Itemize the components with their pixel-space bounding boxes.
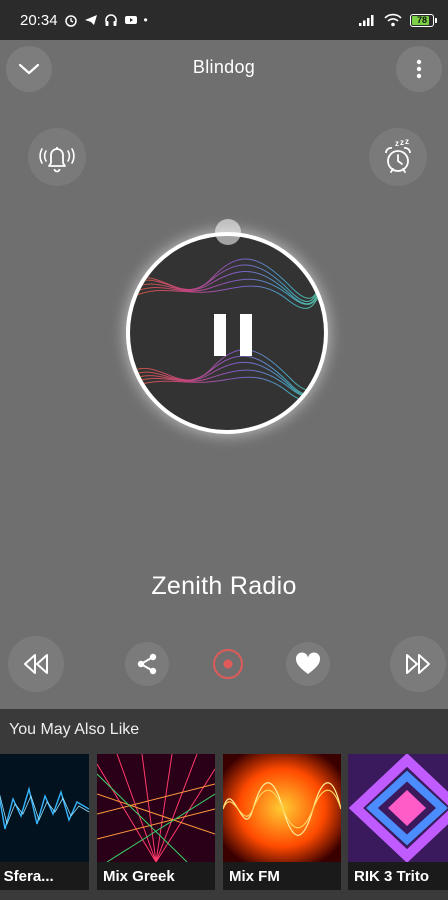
station-artwork bbox=[348, 754, 448, 862]
status-bar: 20:34 • 78 bbox=[0, 0, 448, 40]
station-card[interactable]: Mix FM bbox=[223, 754, 341, 890]
top-bar: Blindog bbox=[0, 44, 448, 94]
next-button[interactable] bbox=[390, 636, 446, 692]
heart-icon bbox=[295, 652, 321, 674]
station-artwork bbox=[0, 754, 89, 862]
svg-text:z: z bbox=[400, 138, 404, 147]
station-card[interactable]: RIK 3 Trito bbox=[348, 754, 448, 890]
pause-bar-left bbox=[214, 314, 226, 356]
sleep-timer-button[interactable]: z z z bbox=[369, 128, 427, 186]
station-card[interactable]: dio Sfera... bbox=[0, 754, 89, 890]
fast-forward-icon bbox=[406, 654, 430, 674]
share-icon bbox=[137, 653, 157, 675]
alarm-button[interactable] bbox=[28, 128, 86, 186]
section-title: You May Also Like bbox=[9, 721, 140, 738]
alarm-clock-icon bbox=[64, 13, 78, 27]
battery-level: 78 bbox=[416, 15, 427, 25]
svg-text:z: z bbox=[405, 137, 409, 146]
pause-button[interactable] bbox=[214, 314, 252, 356]
battery-icon: 78 bbox=[410, 13, 437, 27]
record-button[interactable] bbox=[206, 642, 250, 686]
player-disc[interactable] bbox=[126, 232, 328, 434]
more-vertical-icon bbox=[416, 59, 422, 79]
more-options-button[interactable] bbox=[396, 46, 442, 92]
favorite-button[interactable] bbox=[286, 642, 330, 686]
station-artwork bbox=[223, 754, 341, 862]
sleep-alarm-clock-icon: z z z bbox=[385, 137, 411, 173]
recommendations-list: dio Sfera... Mix Greek bbox=[0, 754, 448, 890]
svg-text:z: z bbox=[395, 139, 399, 148]
progress-knob[interactable] bbox=[215, 219, 241, 245]
ringing-bell-icon bbox=[39, 147, 75, 173]
station-card-label: RIK 3 Trito bbox=[348, 862, 448, 890]
share-button[interactable] bbox=[125, 642, 169, 686]
telegram-icon bbox=[84, 13, 98, 27]
signal-icon bbox=[358, 13, 376, 27]
more-notifications-dot-icon: • bbox=[143, 13, 148, 27]
station-name: Zenith Radio bbox=[151, 572, 297, 600]
pause-bar-right bbox=[240, 314, 252, 356]
page-title: Blindog bbox=[192, 57, 256, 77]
station-artwork bbox=[97, 754, 215, 862]
wifi-icon bbox=[384, 13, 402, 27]
station-card-label: dio Sfera... bbox=[0, 862, 89, 890]
station-card-label: Mix FM bbox=[223, 862, 341, 890]
rewind-icon bbox=[24, 654, 48, 674]
status-time: 20:34 bbox=[20, 11, 58, 29]
station-card-label: Mix Greek bbox=[97, 862, 215, 890]
recommendations-section: You May Also Like dio Sfera... Mi bbox=[0, 709, 448, 900]
station-card[interactable]: Mix Greek bbox=[97, 754, 215, 890]
headset-icon bbox=[104, 13, 118, 27]
youtube-icon bbox=[124, 13, 138, 27]
previous-button[interactable] bbox=[8, 636, 64, 692]
record-icon bbox=[213, 649, 243, 679]
